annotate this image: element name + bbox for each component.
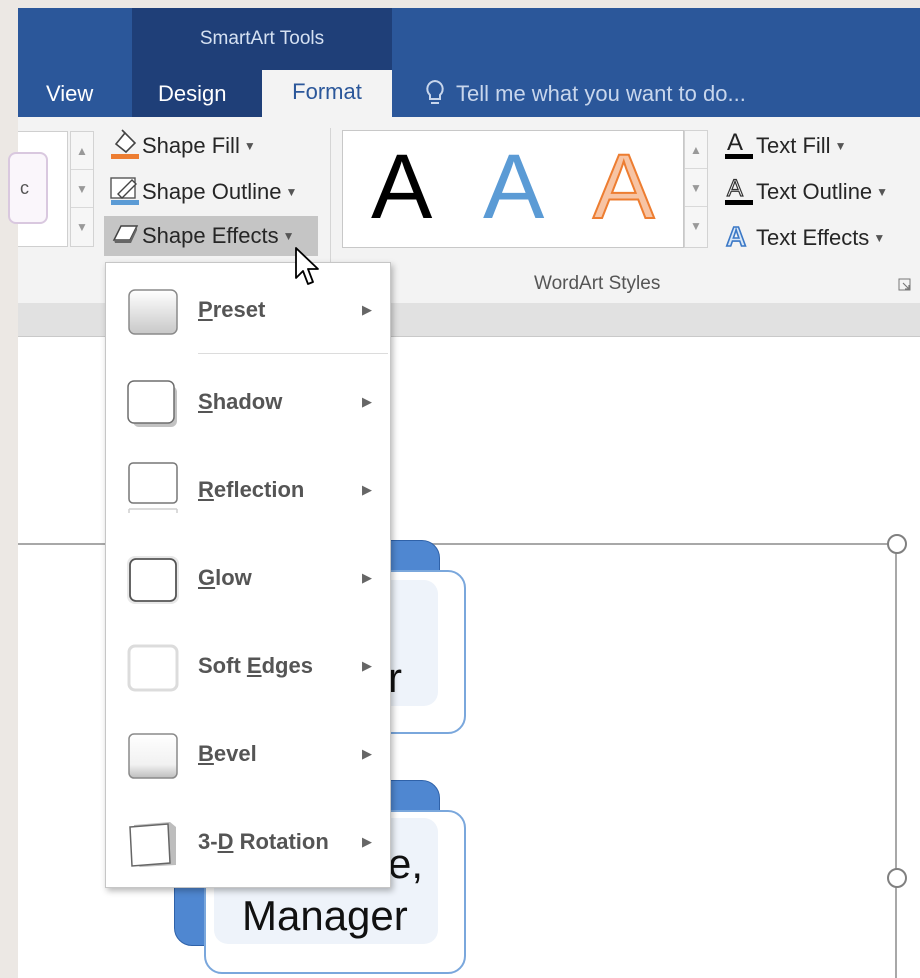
tab-design[interactable]: Design [158,76,226,118]
wordart-style-black[interactable]: A [371,135,432,240]
submenu-arrow-icon: ▶ [362,394,372,409]
shape-effects-icon [112,225,139,244]
soft-edges-effect-icon [126,643,180,693]
text-effects-icon: A [725,220,747,252]
submenu-arrow-icon: ▶ [362,658,372,673]
menu-item-label: Soft Edges [198,653,313,678]
menu-item-label: Preset [198,297,266,322]
text-effects-label: Text Effects [756,225,870,250]
shape-styles-gallery[interactable]: c [8,131,68,247]
text-outline-label: Text Outline [756,179,873,204]
shape-effects-button[interactable]: Shape Effects ▼ [104,216,318,256]
contextual-tab-label: SmartArt Tools [199,28,325,49]
gallery-more-icon[interactable]: ▼ [71,208,93,246]
shape-outline-label: Shape Outline [142,179,282,204]
bevel-effect-icon [126,731,180,781]
submenu-arrow-icon: ▶ [362,482,372,497]
dropdown-arrow-icon: ▼ [282,229,295,243]
scroll-up-icon[interactable]: ▲ [685,131,707,169]
shape-effects-label: Shape Effects [142,223,279,248]
pencil-outline-icon [110,177,139,206]
shadow-effect-icon [126,379,180,429]
scroll-up-icon[interactable]: ▲ [71,132,93,170]
dropdown-arrow-icon: ▼ [285,185,298,199]
shape-outline-button[interactable]: Shape Outline ▼ [108,172,297,212]
menu-item-3d-rotation[interactable]: 3-D Rotation ▶ [106,801,390,883]
dropdown-arrow-icon: ▼ [876,185,889,199]
paint-bucket-icon [111,129,139,160]
submenu-arrow-icon: ▶ [362,746,372,761]
dropdown-arrow-icon: ▼ [243,139,256,153]
menu-separator [198,353,388,354]
menu-item-label: Shadow [198,389,283,414]
wordart-gallery-scroll[interactable]: ▲ ▼ ▼ [684,130,708,248]
text-fill-icon: A [725,129,753,160]
smartart-shape-text-line2[interactable]: Manager [242,892,408,940]
wordart-style-orange-outline[interactable]: A [592,135,655,240]
resize-handle[interactable] [887,868,907,888]
preset-effect-icon [126,287,180,337]
svg-text:A: A [727,175,743,202]
menu-item-label: Glow [198,565,252,590]
dropdown-arrow-icon: ▼ [834,139,847,153]
shape-styles-scroll[interactable]: ▲ ▼ ▼ [70,131,94,247]
tab-format[interactable]: Format [262,70,392,119]
menu-item-bevel[interactable]: Bevel ▶ [106,713,390,795]
shape-effects-menu: Preset ▶ Shadow ▶ Reflection ▶ Glow ▶ So… [105,262,391,888]
menu-item-reflection[interactable]: Reflection ▶ [106,449,390,531]
dialog-launcher-icon[interactable] [898,278,912,292]
menu-item-label: Reflection [198,477,305,502]
menu-item-shadow[interactable]: Shadow ▶ [106,361,390,443]
shape-style-preview-text: c [20,178,29,198]
menu-item-label: 3-D Rotation [198,829,329,854]
submenu-arrow-icon: ▶ [362,834,372,849]
wordart-styles-group-label: WordArt Styles [534,273,661,294]
tell-me-placeholder: Tell me what you want to do... [456,81,746,106]
svg-text:A: A [726,221,746,252]
text-fill-label: Text Fill [756,133,831,158]
text-outline-icon: A [725,175,753,206]
lightbulb-icon [426,79,444,104]
submenu-arrow-icon: ▶ [362,570,372,585]
menu-item-preset[interactable]: Preset ▶ [106,269,390,351]
menu-item-soft-edges[interactable]: Soft Edges ▶ [106,625,390,707]
reflection-effect-icon [126,461,180,523]
glow-effect-icon [126,555,180,605]
menu-item-label: Bevel [198,741,257,766]
dropdown-arrow-icon: ▼ [873,231,886,245]
mouse-cursor-icon [295,247,319,285]
shape-fill-label: Shape Fill [142,133,240,158]
tab-view[interactable]: View [46,76,93,118]
scroll-down-icon[interactable]: ▼ [71,170,93,208]
word-window: SmartArt Tools View Design Format Tell m… [0,0,920,978]
shape-fill-button[interactable]: Shape Fill ▼ [108,126,256,166]
menu-item-glow[interactable]: Glow ▶ [106,537,390,619]
wordart-style-blue[interactable]: A [483,135,544,240]
tell-me-box[interactable]: Tell me what you want to do... [424,76,746,112]
wordart-styles-gallery[interactable]: A A A [342,130,684,248]
gallery-more-icon[interactable]: ▼ [685,207,707,245]
resize-handle[interactable] [887,534,907,554]
text-fill-button[interactable]: A Text Fill ▼ [722,126,846,166]
submenu-arrow-icon: ▶ [362,302,372,317]
svg-text:A: A [727,129,743,156]
3d-rotation-effect-icon [126,819,180,869]
scroll-down-icon[interactable]: ▼ [685,169,707,207]
smartart-shape-text-line1[interactable]: e, [388,840,423,888]
text-effects-button[interactable]: A Text Effects ▼ [722,218,885,258]
text-outline-button[interactable]: A Text Outline ▼ [722,172,888,212]
